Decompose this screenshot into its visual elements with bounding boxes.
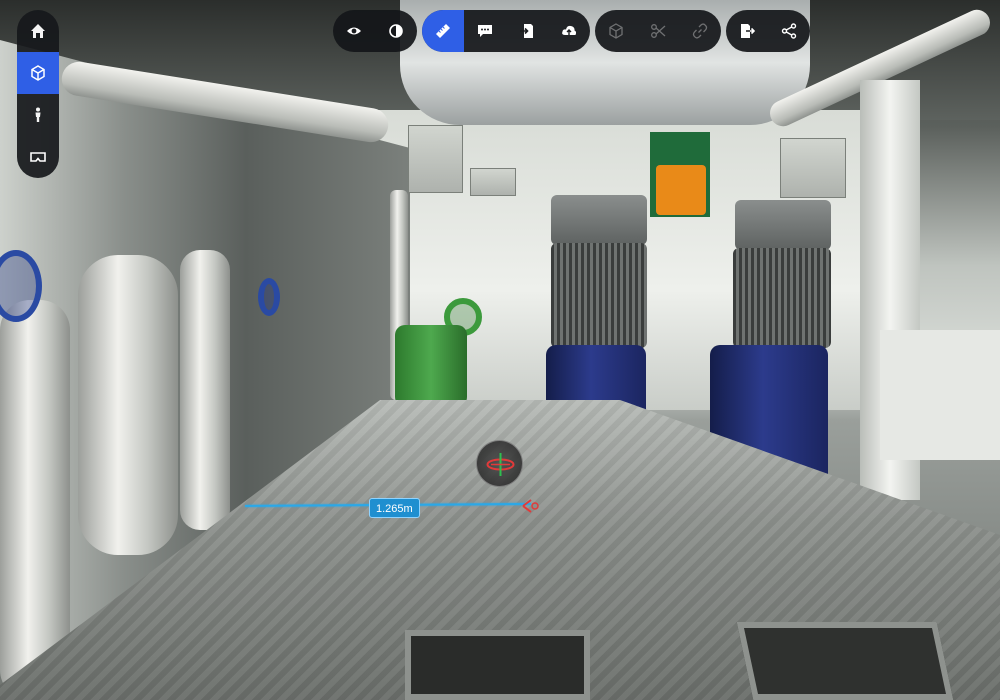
panorama-viewport[interactable] <box>0 0 1000 700</box>
home-icon <box>31 24 45 38</box>
import-document-button[interactable] <box>506 10 548 52</box>
view-options-group <box>333 10 417 52</box>
pump-motor <box>551 243 647 348</box>
vertical-pipe <box>180 250 230 530</box>
view-mode-rail <box>17 10 59 178</box>
dollhouse-view-button[interactable] <box>17 52 59 94</box>
comment-icon <box>478 25 492 37</box>
crosshair-icon <box>486 453 515 476</box>
tools-group <box>422 10 590 52</box>
escape-equipment <box>656 165 706 215</box>
right-wall <box>880 330 1000 460</box>
eye-icon <box>347 27 361 35</box>
upload-button[interactable] <box>548 10 590 52</box>
cut-button[interactable] <box>637 10 679 52</box>
pump-motor-cap <box>551 195 647 245</box>
export-icon <box>741 24 755 38</box>
vertical-pipe <box>0 300 70 700</box>
vr-mode-button[interactable] <box>17 136 59 178</box>
floor-hatch <box>736 622 954 700</box>
cursor-reticle[interactable] <box>476 440 523 487</box>
home-button[interactable] <box>17 10 59 52</box>
walkthrough-view-button[interactable] <box>17 94 59 136</box>
electrical-panel <box>408 125 463 193</box>
link-icon <box>692 23 708 39</box>
share-button[interactable] <box>768 10 810 52</box>
floor-hatch <box>405 630 590 700</box>
switch-box <box>470 168 516 196</box>
junction-box <box>780 138 846 198</box>
edit-tools-group <box>595 10 721 52</box>
vertical-pipe <box>78 255 178 555</box>
measure-tool-button[interactable] <box>422 10 464 52</box>
comment-button[interactable] <box>464 10 506 52</box>
pump-motor <box>733 248 831 348</box>
ruler-measure-icon <box>436 24 450 38</box>
top-toolbar <box>333 10 810 52</box>
export-button[interactable] <box>726 10 768 52</box>
vr-headset-icon <box>30 152 46 162</box>
contrast-icon <box>389 24 403 38</box>
person-walk-icon <box>35 107 41 122</box>
share-icon <box>781 23 797 39</box>
upload-cloud-icon <box>562 25 577 35</box>
scissors-icon <box>651 24 666 38</box>
cube-icon <box>609 23 623 39</box>
link-button[interactable] <box>679 10 721 52</box>
floorplan-dollhouse-icon <box>31 65 45 81</box>
measurement-endpoint-icon[interactable] <box>521 498 541 514</box>
import-document-icon <box>520 24 533 38</box>
green-strainer <box>395 325 467 407</box>
valve-wheel <box>258 278 280 316</box>
pump-motor-cap <box>735 200 831 250</box>
share-group <box>726 10 810 52</box>
visibility-button[interactable] <box>333 10 375 52</box>
3d-box-button[interactable] <box>595 10 637 52</box>
measurement-label[interactable]: 1.265m <box>369 498 420 518</box>
contrast-button[interactable] <box>375 10 417 52</box>
